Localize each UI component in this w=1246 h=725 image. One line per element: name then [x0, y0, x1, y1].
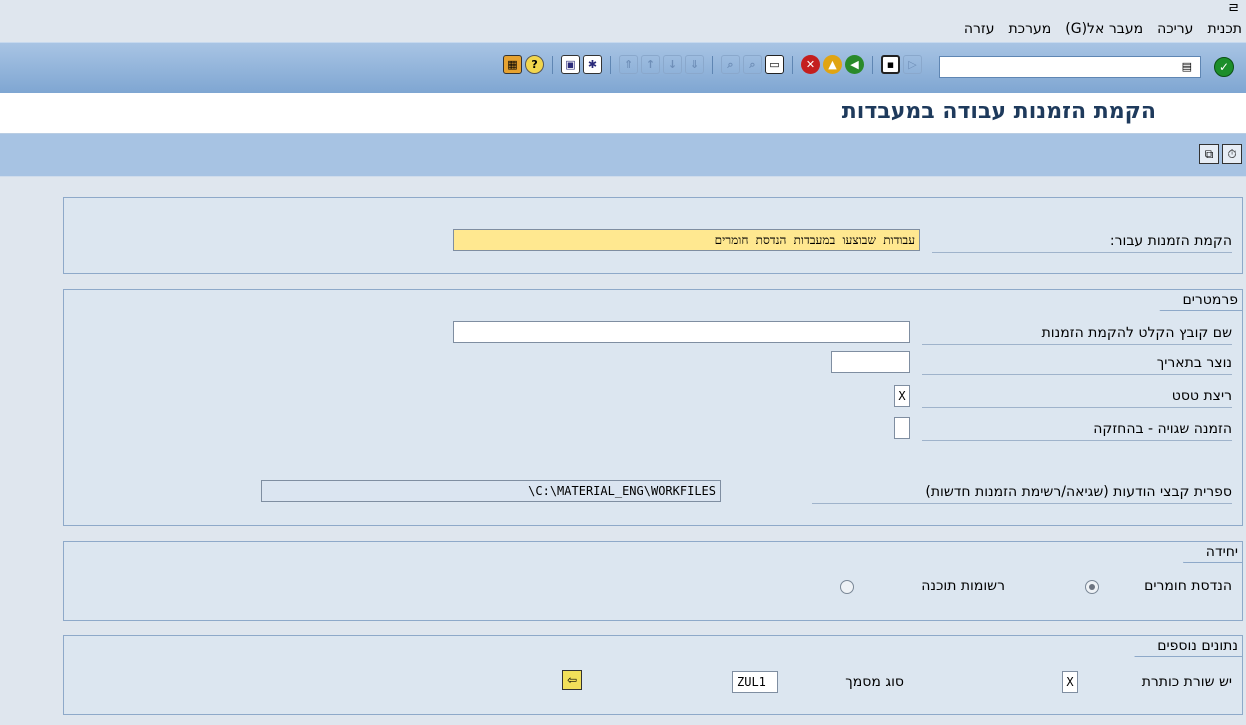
command-history-icon[interactable]: ▤: [1182, 60, 1192, 73]
menu-help[interactable]: עזרה: [964, 21, 995, 37]
menu-bar: ㄹ תכנית עריכה מעבר אל(G) מערכת עזרה: [0, 0, 1246, 42]
input-file-field[interactable]: [453, 321, 910, 343]
last-page-icon[interactable]: ⇓: [685, 55, 704, 74]
input-file-label: שם קובץ הקלט להקמת הזמנות: [922, 322, 1232, 345]
message-dir-field[interactable]: \C:\MATERIAL_ENG\WORKFILES: [261, 480, 721, 502]
back-icon[interactable]: ◀: [845, 55, 864, 74]
next-page-icon[interactable]: ↓: [663, 55, 682, 74]
message-dir-label: ספרית קבצי הודעות (שגיאה/רשימת הזמנות חד…: [812, 481, 1232, 504]
unit-software-radio[interactable]: [840, 580, 854, 594]
toolbar-icons: ▷ ▪ ◀ ▲ ✕ ▭ ⌕ ⌕ ⇓ ↓ ↑ ⇑ ✱ ▣ ? ▦: [503, 55, 922, 74]
unit-materials-radio[interactable]: [1085, 580, 1099, 594]
toolbar-separator: [552, 55, 553, 74]
page-title: הקמת הזמנות עבודה במעבדות: [841, 99, 1156, 124]
menu-items: תכנית עריכה מעבר אל(G) מערכת עזרה: [964, 21, 1242, 37]
print-icon[interactable]: ▭: [765, 55, 784, 74]
header-panel: הקמת הזמנות עבור: עבודות שבוצעו במעבדות …: [63, 197, 1243, 274]
command-field[interactable]: ▤: [939, 56, 1201, 78]
application-toolbar: ⏱ ⧉: [0, 134, 1246, 177]
erroneous-order-label: הזמנה שגויה - בהחזקה: [922, 418, 1232, 441]
additional-data-panel: נתונים נוספים יש שורת כותרת X סוג מסמך Z…: [63, 635, 1243, 715]
header-row-checkbox[interactable]: X: [1062, 671, 1078, 693]
parameters-panel: פרמטרים שם קובץ הקלט להקמת הזמנות נוצר ב…: [63, 289, 1243, 526]
document-type-field[interactable]: ZUL1: [732, 671, 778, 693]
document-type-label: סוג מסמך: [845, 674, 904, 690]
erroneous-order-checkbox[interactable]: [894, 417, 910, 439]
unit-title: יחידה: [1182, 542, 1242, 563]
save-icon[interactable]: ▪: [881, 55, 900, 74]
find-icon[interactable]: ⌕: [721, 55, 740, 74]
new-session-icon[interactable]: ▣: [561, 55, 580, 74]
test-run-checkbox[interactable]: X: [894, 385, 910, 407]
play-icon[interactable]: ▷: [903, 55, 922, 74]
menu-edit[interactable]: עריכה: [1157, 21, 1193, 37]
variants-icon[interactable]: ⧉: [1199, 144, 1219, 164]
toolbar-separator: [792, 55, 793, 74]
toolbar-separator: [872, 55, 873, 74]
find-next-icon[interactable]: ⌕: [743, 55, 762, 74]
previous-page-icon[interactable]: ↑: [641, 55, 660, 74]
first-page-icon[interactable]: ⇑: [619, 55, 638, 74]
menu-glyph-icon[interactable]: ㄹ: [1227, 0, 1240, 18]
unit-software-label: רשומות תוכנה: [921, 578, 1005, 594]
help-icon[interactable]: ?: [525, 55, 544, 74]
exit-icon[interactable]: ▲: [823, 55, 842, 74]
extra-action-icon[interactable]: ⇦: [562, 670, 582, 690]
additional-data-title: נתונים נוספים: [1134, 636, 1242, 657]
green-check-icon[interactable]: ✓: [1214, 57, 1234, 77]
menu-program[interactable]: תכנית: [1207, 21, 1242, 37]
orders-for-label: הקמת הזמנות עבור:: [932, 230, 1232, 253]
execute-icon[interactable]: ⏱: [1222, 144, 1242, 164]
menu-system[interactable]: מערכת: [1008, 21, 1051, 37]
create-shortcut-icon[interactable]: ✱: [583, 55, 602, 74]
header-row-label: יש שורת כותרת: [1141, 674, 1232, 690]
toolbar-separator: [712, 55, 713, 74]
orders-for-field[interactable]: עבודות שבוצעו במעבדות הנדסת חומרים: [453, 229, 920, 251]
created-date-label: נוצר בתאריך: [922, 352, 1232, 375]
unit-panel: יחידה הנדסת חומרים רשומות תוכנה: [63, 541, 1243, 621]
standard-toolbar: ✓ ▤ ▷ ▪ ◀ ▲ ✕ ▭ ⌕ ⌕ ⇓ ↓ ↑ ⇑ ✱ ▣ ? ▦: [0, 42, 1246, 94]
toolbar-separator: [610, 55, 611, 74]
customize-layout-icon[interactable]: ▦: [503, 55, 522, 74]
parameters-title: פרמטרים: [1159, 290, 1242, 311]
test-run-label: ריצת טסט: [922, 385, 1232, 408]
title-bar: הקמת הזמנות עבודה במעבדות: [0, 93, 1246, 134]
unit-materials-label: הנדסת חומרים: [1144, 578, 1232, 594]
created-date-field[interactable]: [831, 351, 910, 373]
menu-goto[interactable]: מעבר אל(G): [1065, 21, 1143, 37]
cancel-icon[interactable]: ✕: [801, 55, 820, 74]
